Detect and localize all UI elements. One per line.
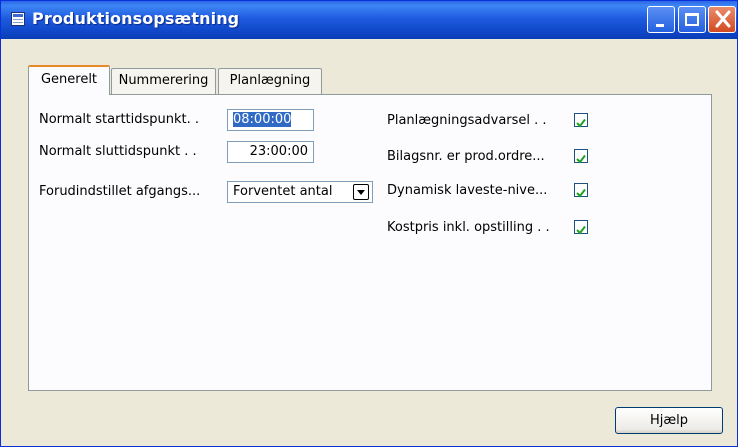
- doc-no-label: Bilagsnr. er prod.ordre...: [387, 149, 545, 164]
- start-time-label: Normalt starttidspunkt. .: [39, 112, 200, 127]
- doc-no-checkbox[interactable]: [574, 149, 588, 164]
- close-button[interactable]: [708, 6, 736, 33]
- end-time-field[interactable]: 23:00:00: [227, 141, 314, 163]
- preset-output-value: Forventet antal: [233, 184, 333, 199]
- title-bar[interactable]: Produktionsopsætning: [1, 1, 737, 39]
- cost-incl-setup-label: Kostpris inkl. opstilling . .: [387, 220, 550, 235]
- dropdown-arrow-icon[interactable]: [353, 184, 369, 200]
- close-icon: [715, 10, 731, 28]
- minimize-button[interactable]: [647, 6, 675, 33]
- preset-output-label: Forudindstillet afgangs...: [39, 184, 201, 199]
- tab-planlaegning[interactable]: Planlægning: [218, 68, 322, 94]
- start-time-field[interactable]: 08:00:00: [227, 109, 314, 131]
- minimize-icon: [656, 24, 664, 27]
- checkmark-icon: [576, 118, 586, 128]
- cost-incl-setup-checkbox[interactable]: [574, 220, 588, 235]
- checkmark-icon: [576, 188, 586, 198]
- tab-nummerering[interactable]: Nummerering: [111, 68, 216, 94]
- start-time-value: 08:00:00: [233, 112, 292, 127]
- tab-panel-generelt: Normalt starttidspunkt. . 08:00:00 Norma…: [28, 94, 712, 391]
- dynamic-low-level-label: Dynamisk laveste-nive...: [387, 183, 548, 198]
- checkmark-icon: [576, 225, 586, 235]
- maximize-button[interactable]: [678, 6, 706, 33]
- end-time-label: Normalt sluttidspunkt . .: [39, 144, 197, 159]
- tab-generelt[interactable]: Generelt: [28, 65, 110, 95]
- maximize-icon: [685, 13, 699, 26]
- form-icon: [11, 12, 25, 26]
- preset-output-select[interactable]: Forventet antal: [227, 181, 373, 203]
- checkmark-icon: [576, 154, 586, 164]
- dynamic-low-level-checkbox[interactable]: [574, 183, 588, 198]
- window-title: Produktionsopsætning: [32, 9, 240, 28]
- help-button[interactable]: Hjælp: [615, 407, 723, 434]
- setup-window: Produktionsopsætning Generelt Nummererin…: [0, 0, 738, 447]
- planning-warning-label: Planlægningsadvarsel . .: [387, 113, 547, 128]
- planning-warning-checkbox[interactable]: [574, 113, 588, 128]
